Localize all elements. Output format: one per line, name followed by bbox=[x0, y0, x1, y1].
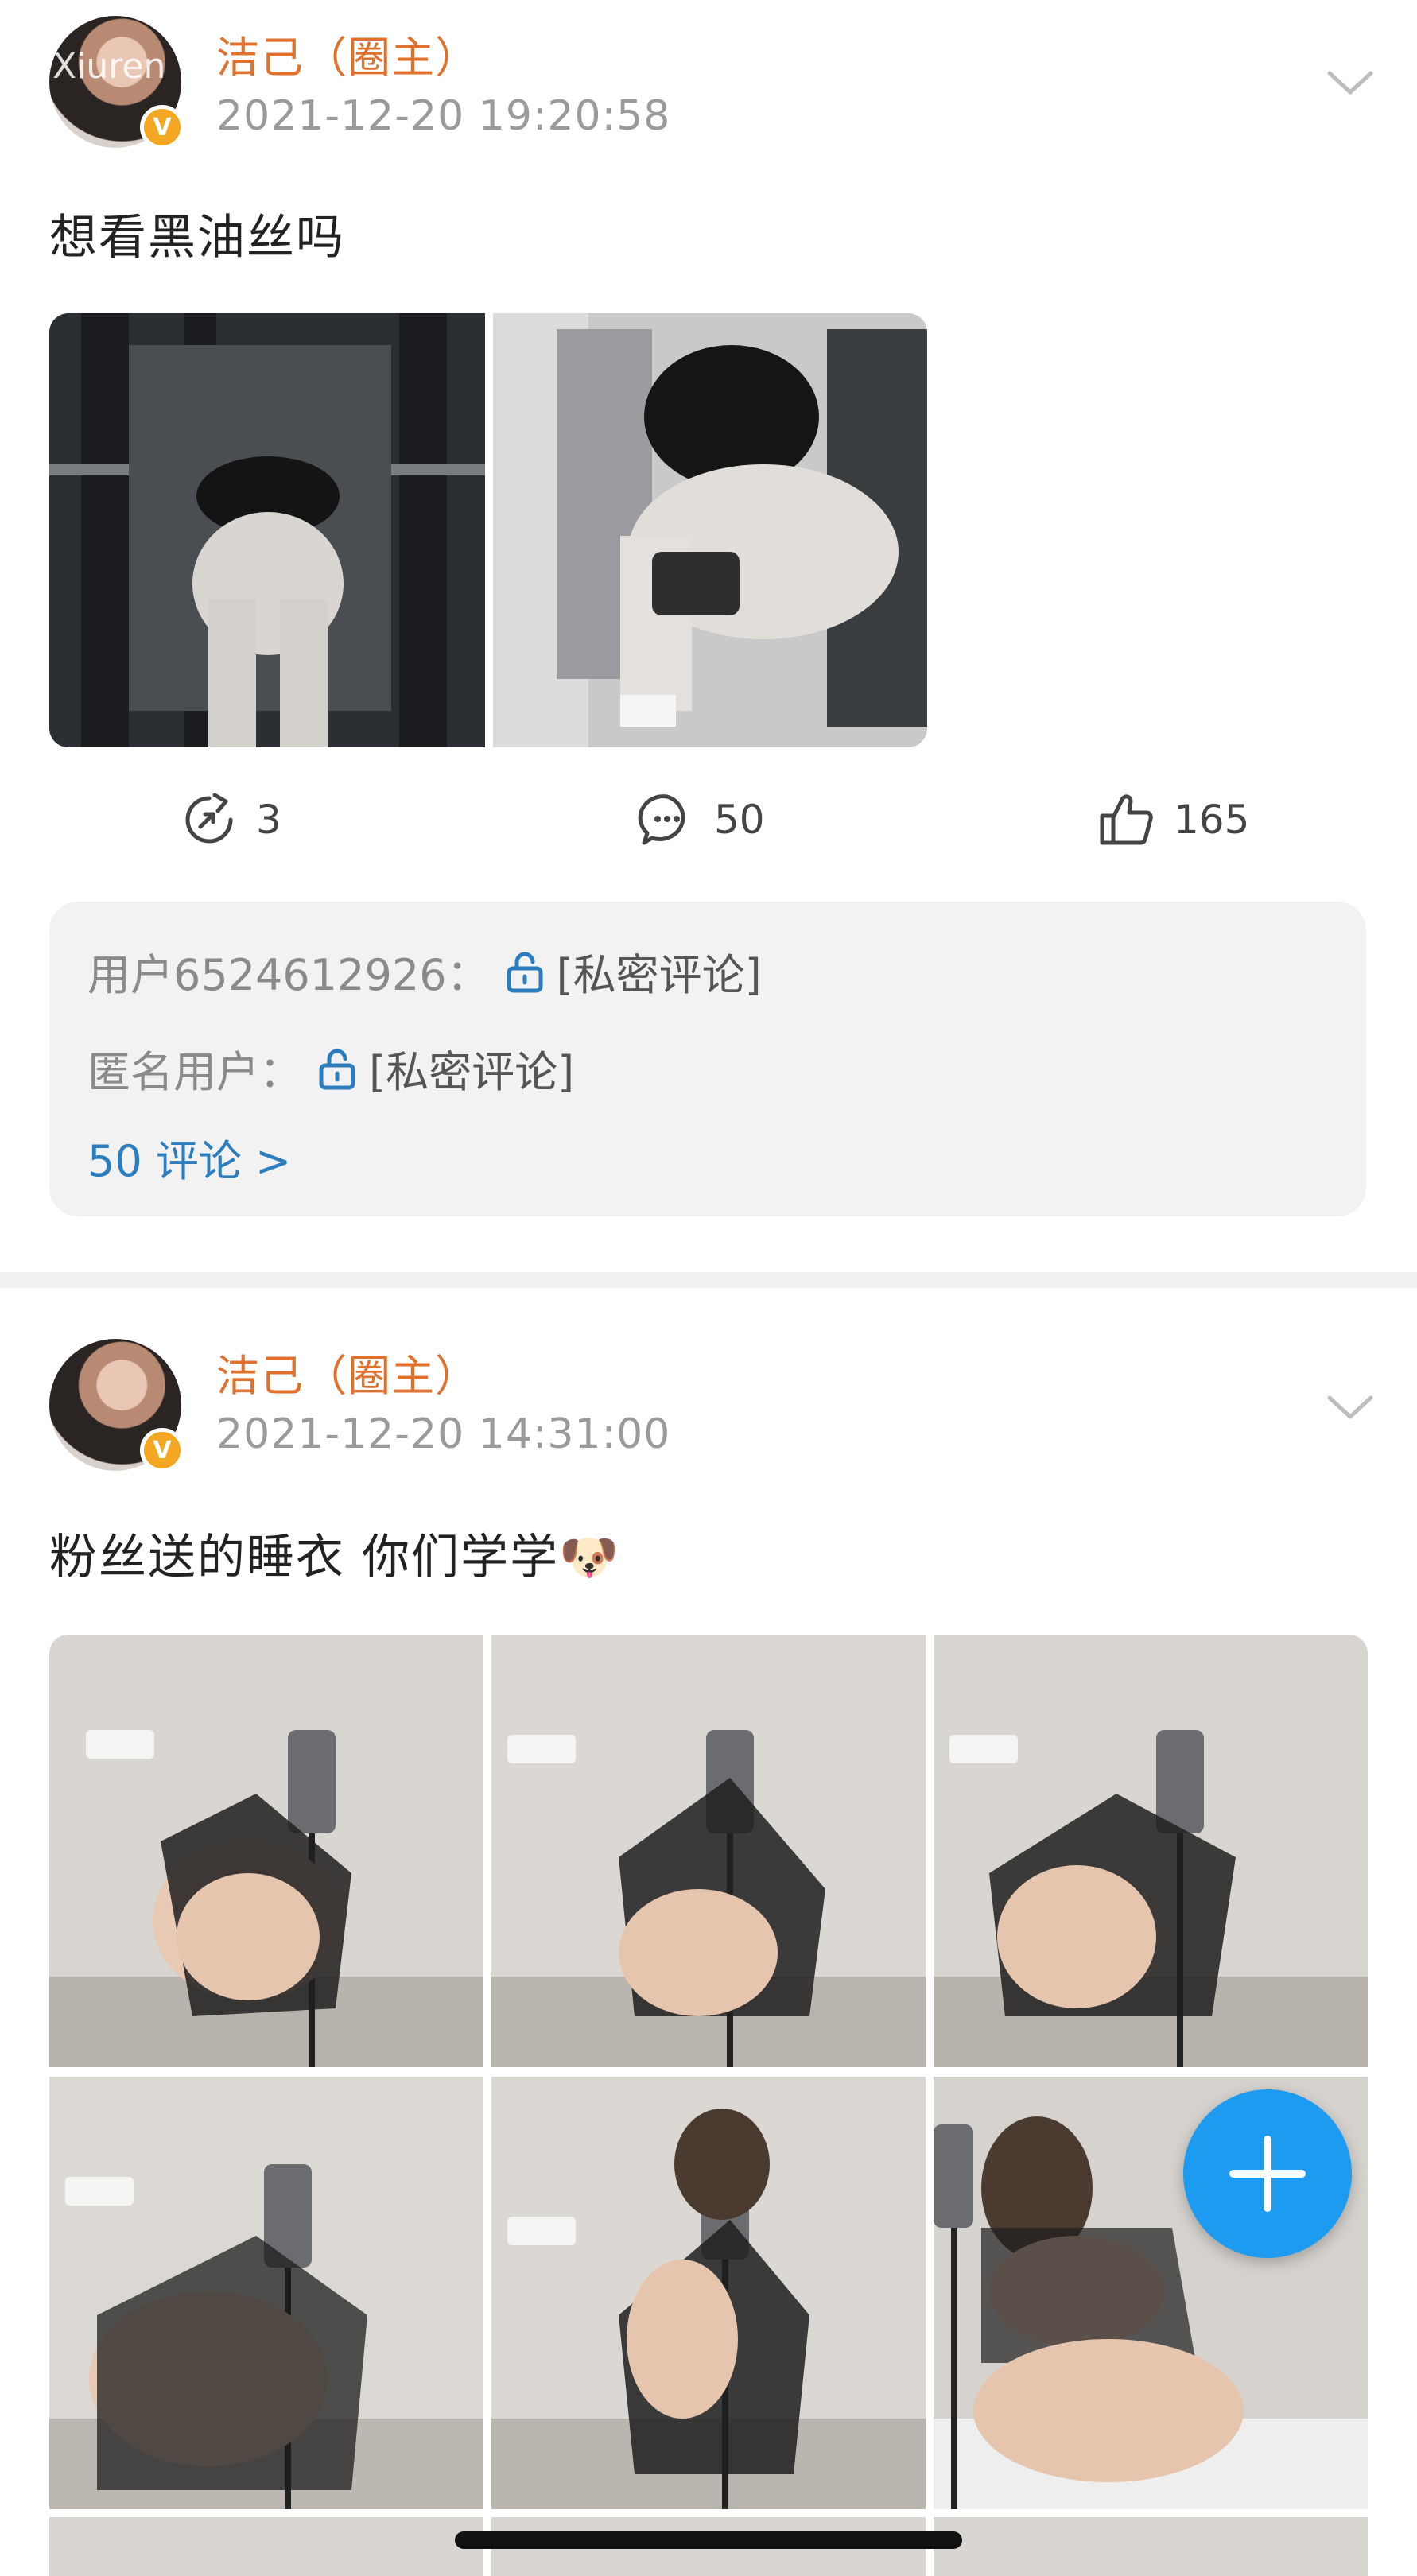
lock-icon bbox=[507, 952, 543, 992]
timestamp: 2021-12-20 14:31:00 bbox=[216, 1410, 671, 1458]
comment-icon bbox=[638, 794, 685, 845]
avatar[interactable]: V bbox=[49, 1339, 184, 1472]
view-all-comments-link[interactable]: 50 评论 > bbox=[87, 1126, 291, 1189]
post-photo[interactable] bbox=[491, 2077, 926, 2509]
chevron-down-icon[interactable] bbox=[1325, 67, 1376, 99]
post-divider bbox=[0, 1272, 1417, 1288]
add-post-button[interactable] bbox=[1183, 2089, 1352, 2258]
comment-count: 50 bbox=[714, 797, 765, 843]
verified-badge-icon: V bbox=[140, 1428, 184, 1472]
plus-icon bbox=[1229, 2136, 1306, 2212]
post-photo[interactable] bbox=[49, 1635, 483, 2067]
comments-preview[interactable]: 用户6524612926： [私密评论] 匿名用户： [私密评论] 50 评论 … bbox=[49, 902, 1366, 1216]
post-photo[interactable] bbox=[934, 2517, 1368, 2576]
repost-button[interactable]: 3 bbox=[180, 790, 281, 849]
post-text: 想看黑油丝吗 bbox=[49, 210, 345, 266]
post-photo[interactable] bbox=[491, 1635, 926, 2067]
home-indicator[interactable] bbox=[455, 2531, 962, 2549]
comment-user[interactable]: 匿名用户： bbox=[87, 1037, 302, 1100]
comment-text: [私密评论] bbox=[556, 950, 762, 1000]
comment-item: 匿名用户： [私密评论] bbox=[87, 1037, 574, 1100]
comment-item: 用户6524612926： [私密评论] bbox=[87, 940, 762, 1003]
repost-count: 3 bbox=[256, 797, 281, 843]
username[interactable]: 洁己（圈主） bbox=[216, 1340, 479, 1403]
comment-button[interactable]: 50 bbox=[638, 790, 765, 849]
lock-icon bbox=[319, 1049, 355, 1089]
comment-user[interactable]: 用户6524612926： bbox=[87, 940, 490, 1003]
chevron-down-icon[interactable] bbox=[1325, 1391, 1376, 1423]
post-text: 粉丝送的睡衣 你们学学🐶 bbox=[49, 1530, 620, 1585]
like-button[interactable]: 165 bbox=[1097, 790, 1249, 849]
thumbs-up-icon bbox=[1100, 794, 1153, 845]
post-photo[interactable] bbox=[493, 313, 927, 747]
username[interactable]: 洁己（圈主） bbox=[216, 22, 479, 85]
comment-text: [私密评论] bbox=[369, 1047, 575, 1097]
watermark: Xiuren bbox=[52, 46, 166, 87]
verified-badge-icon: V bbox=[140, 105, 184, 149]
post-photo[interactable] bbox=[49, 313, 485, 747]
post-photo[interactable] bbox=[49, 2077, 483, 2509]
action-bar: 3 50 165 bbox=[0, 790, 1417, 862]
like-count: 165 bbox=[1174, 797, 1250, 843]
post-photo[interactable] bbox=[49, 2517, 483, 2576]
post-photo[interactable] bbox=[934, 1635, 1368, 2067]
timestamp: 2021-12-20 19:20:58 bbox=[216, 92, 671, 140]
repost-icon bbox=[185, 793, 233, 844]
